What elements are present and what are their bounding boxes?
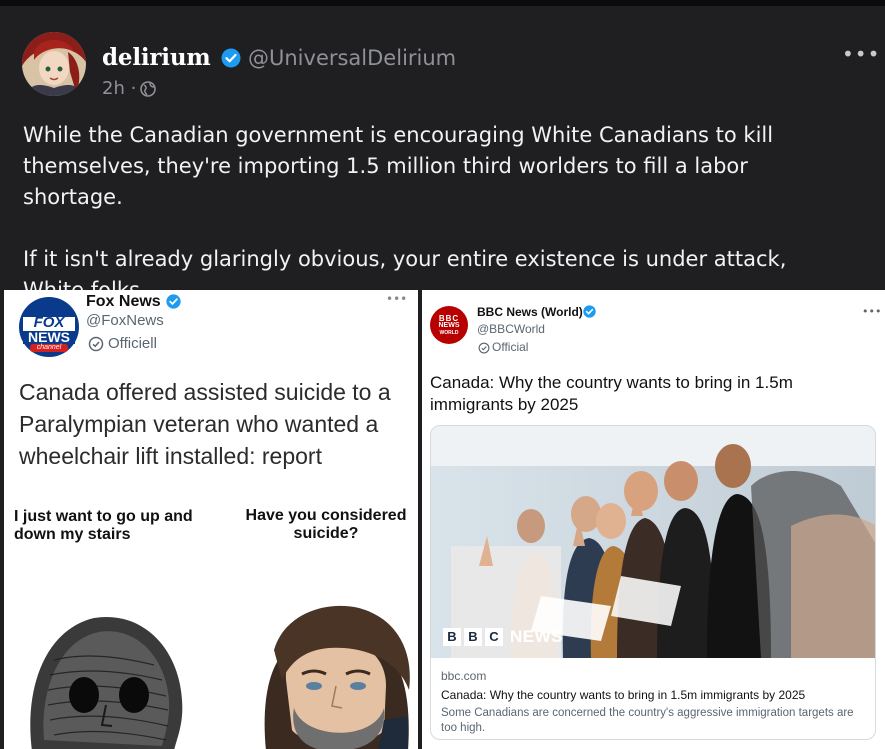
meme-image: I just want to go up and down my stairs … — [4, 490, 418, 749]
user-handle[interactable]: @UniversalDelirium — [248, 46, 456, 70]
attached-image-bbc-tweet[interactable]: BBC NEWS WORLD BBC News (World) @BBCWorl… — [422, 290, 885, 749]
watermark-letter: C — [485, 628, 503, 646]
attached-image-fox-tweet[interactable]: FOX NEWS channel Fox News @FoxNews Offic… — [4, 290, 418, 749]
verified-badge-icon — [221, 48, 241, 68]
fox-logo-text: channel — [36, 344, 62, 351]
post-timestamp[interactable]: 2h · — [102, 78, 136, 99]
watermark-letter: B — [443, 628, 461, 646]
post-paragraph: While the Canadian government is encoura… — [23, 123, 774, 209]
man-figure-icon — [264, 605, 410, 749]
watermark-letter: B — [464, 628, 482, 646]
card-title: Canada: Why the country wants to bring i… — [441, 688, 806, 702]
bbc-news-logo: BBC NEWS WORLD — [430, 306, 468, 344]
bbc-account-name: BBC News (World) — [477, 305, 583, 319]
bbc-headline: Canada: Why the country wants to bring i… — [430, 373, 793, 414]
meme-caption-right: Have you considered suicide? — [245, 507, 407, 542]
fox-logo-text: NEWS — [28, 329, 70, 345]
card-description: Some Canadians are concerned the country… — [441, 707, 854, 734]
fox-headline: Canada offered assisted suicide to a Par… — [19, 379, 391, 469]
wojak-figure-icon — [30, 616, 183, 749]
post-text: While the Canadian government is encoura… — [23, 120, 853, 306]
fox-account-handle: @FoxNews — [86, 312, 164, 329]
avatar[interactable] — [22, 32, 86, 96]
card-photo: B B C NEWS — [431, 426, 875, 658]
fox-news-logo: FOX NEWS channel — [18, 296, 80, 358]
bbc-news-watermark: B B C NEWS — [443, 627, 563, 647]
verified-badge-icon — [166, 294, 181, 309]
card-domain: bbc.com — [441, 669, 487, 683]
more-options-icon: ••• — [386, 292, 408, 306]
bbc-logo-text: WORLD — [439, 330, 459, 336]
fox-account-name: Fox News — [86, 293, 161, 310]
official-label: Officiell — [108, 335, 157, 352]
watermark-word: NEWS — [510, 627, 563, 646]
bbc-account-handle: @BBCWorld — [477, 322, 545, 336]
post-container: delirium @UniversalDelirium 2h · ••• Whi… — [0, 0, 885, 749]
official-label: Official — [492, 340, 529, 354]
display-name[interactable]: delirium — [102, 44, 211, 71]
more-options-icon[interactable]: ••• — [842, 42, 880, 66]
more-options-icon: ••• — [862, 305, 882, 318]
official-check-icon — [478, 342, 490, 354]
link-preview-card: B B C NEWS bbc.com Canada: Why the count… — [430, 425, 876, 740]
verified-badge-icon — [583, 305, 596, 318]
official-check-icon — [88, 336, 104, 352]
bbc-logo-text: NEWS — [438, 322, 460, 329]
meme-caption-left: I just want to go up and down my stairs — [14, 508, 193, 543]
globe-icon — [140, 81, 156, 97]
